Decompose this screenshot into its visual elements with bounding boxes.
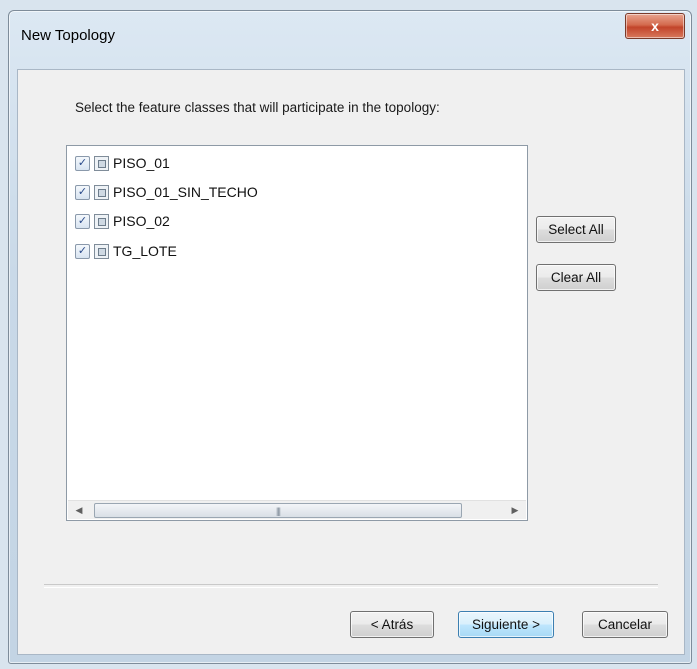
list-item-label: PISO_01: [113, 155, 170, 171]
feature-class-icon: [94, 243, 109, 259]
checkmark-icon: ✓: [77, 185, 88, 198]
clear-all-button[interactable]: Clear All: [536, 264, 616, 291]
horizontal-scrollbar[interactable]: ◀ ||| ▶: [68, 500, 526, 519]
list-item[interactable]: ✓ TG_LOTE: [75, 240, 177, 262]
list-item-label: TG_LOTE: [113, 243, 177, 259]
separator: [44, 584, 658, 588]
title-bar: New Topology x: [9, 11, 691, 69]
checkmark-icon: ✓: [77, 214, 88, 227]
checkmark-icon: ✓: [77, 244, 88, 257]
list-item-label: PISO_01_SIN_TECHO: [113, 184, 258, 200]
list-item[interactable]: ✓ PISO_01_SIN_TECHO: [75, 181, 258, 203]
cancel-button[interactable]: Cancelar: [582, 611, 668, 638]
feature-class-icon: [94, 155, 109, 171]
close-icon: x: [651, 18, 659, 34]
list-item[interactable]: ✓ PISO_02: [75, 210, 170, 232]
dialog-title: New Topology: [21, 27, 115, 44]
scroll-left-icon[interactable]: ◀: [70, 501, 88, 519]
checkbox[interactable]: ✓: [75, 155, 90, 171]
checkbox[interactable]: ✓: [75, 184, 90, 200]
list-item-label: PISO_02: [113, 213, 170, 229]
back-button[interactable]: < Atrás: [350, 611, 434, 638]
feature-class-icon: [94, 213, 109, 229]
feature-class-icon: [94, 184, 109, 200]
scroll-right-icon[interactable]: ▶: [506, 501, 524, 519]
instruction-text: Select the feature classes that will par…: [75, 100, 440, 115]
new-topology-dialog: New Topology x Select the feature classe…: [8, 10, 692, 664]
close-button[interactable]: x: [625, 13, 685, 39]
dialog-body: Select the feature classes that will par…: [17, 69, 685, 655]
next-button[interactable]: Siguiente >: [458, 611, 554, 638]
checkmark-icon: ✓: [77, 156, 88, 169]
grip-icon: |||: [275, 505, 281, 516]
scroll-thumb[interactable]: |||: [94, 503, 462, 518]
feature-class-list[interactable]: ✓ PISO_01 ✓ PISO_01_SIN_TECHO ✓ PISO_02 …: [66, 145, 528, 521]
checkbox[interactable]: ✓: [75, 213, 90, 229]
list-item[interactable]: ✓ PISO_01: [75, 152, 170, 174]
checkbox[interactable]: ✓: [75, 243, 90, 259]
select-all-button[interactable]: Select All: [536, 216, 616, 243]
